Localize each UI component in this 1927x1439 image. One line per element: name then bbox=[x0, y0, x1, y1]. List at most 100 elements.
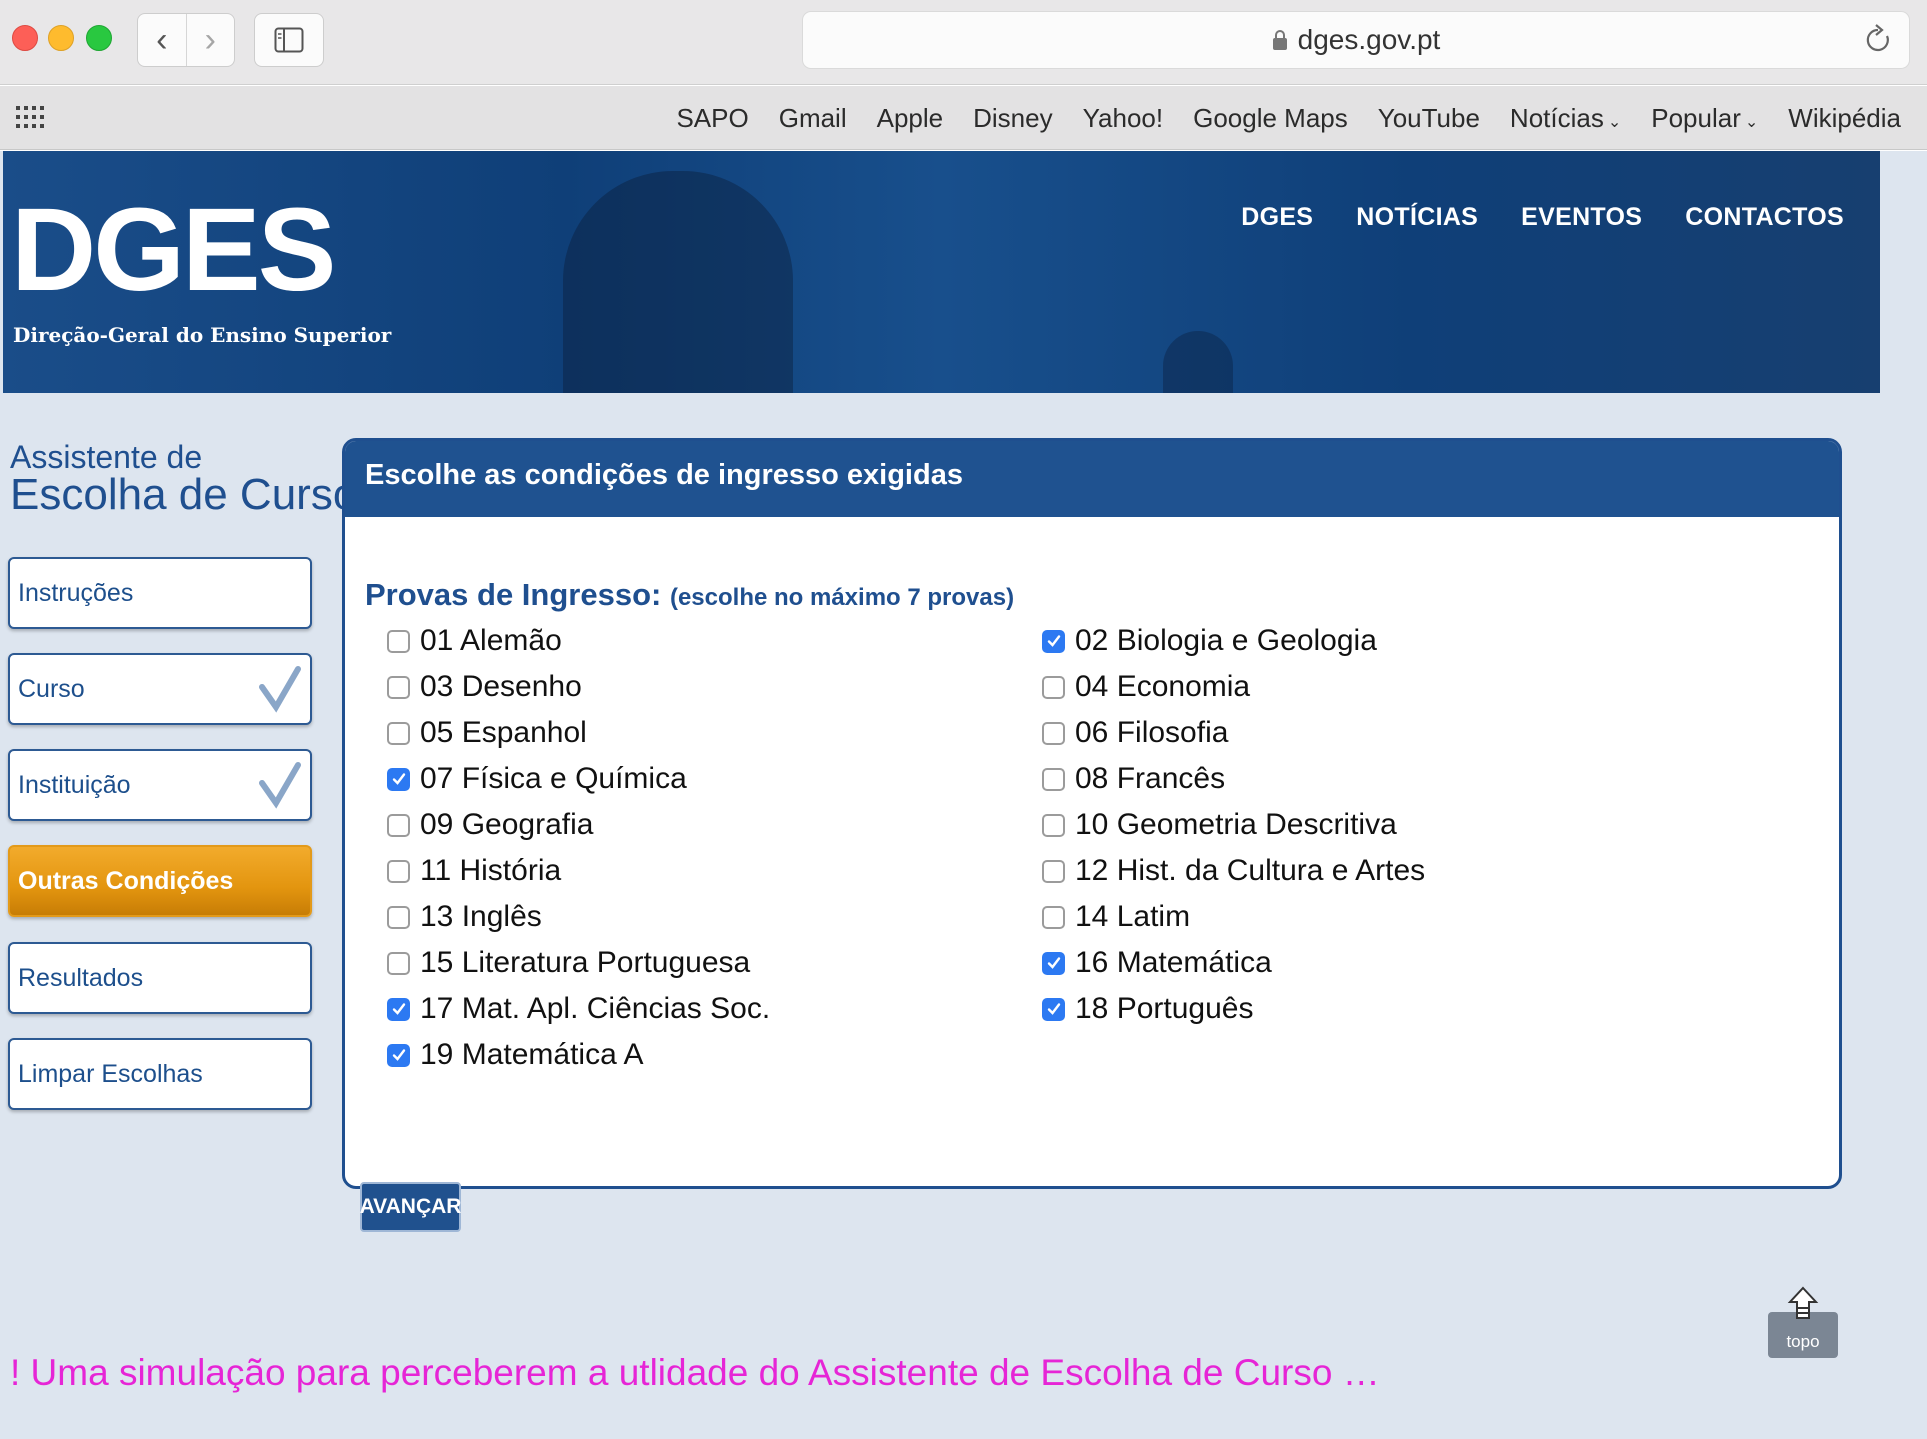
top-nav-link[interactable]: CONTACTOS bbox=[1685, 203, 1844, 232]
exam-checkbox[interactable] bbox=[1042, 905, 1065, 929]
exam-option[interactable]: 17 Mat. Apl. Ciências Soc. bbox=[387, 992, 770, 1026]
exam-checkbox[interactable] bbox=[387, 1043, 410, 1067]
exam-option-label: 15 Literatura Portuguesa bbox=[420, 946, 751, 979]
panel-title: Escolhe as condições de ingresso exigida… bbox=[345, 441, 1839, 517]
exam-checkbox[interactable] bbox=[387, 629, 410, 653]
bookmark-item[interactable]: Gmail bbox=[779, 103, 847, 134]
bookmark-item[interactable]: SAPO bbox=[676, 103, 748, 134]
exam-checkbox[interactable] bbox=[1042, 951, 1065, 975]
top-nav-link[interactable]: NOTÍCIAS bbox=[1356, 203, 1478, 232]
exam-checkbox[interactable] bbox=[387, 905, 410, 929]
exam-checkbox[interactable] bbox=[1042, 721, 1065, 745]
bookmark-item[interactable]: Yahoo! bbox=[1083, 103, 1163, 134]
bookmark-item[interactable]: YouTube bbox=[1378, 103, 1480, 134]
top-navigation: DGES NOTÍCIAS EVENTOS CONTACTOS bbox=[1241, 203, 1844, 232]
bookmark-item[interactable]: Disney bbox=[973, 103, 1052, 134]
exam-checkbox[interactable] bbox=[1042, 813, 1065, 837]
site-header: DGES Direção-Geral do Ensino Superior DG… bbox=[3, 151, 1880, 393]
provas-label: Provas de Ingresso: bbox=[365, 577, 662, 612]
exam-option[interactable]: 18 Português bbox=[1042, 992, 1253, 1026]
exam-option[interactable]: 08 Francês bbox=[1042, 762, 1225, 796]
address-bar[interactable]: dges.gov.pt bbox=[802, 11, 1910, 69]
checkmark-icon bbox=[259, 666, 301, 713]
exam-option[interactable]: 03 Desenho bbox=[387, 670, 582, 704]
bookmark-item[interactable]: Google Maps bbox=[1193, 103, 1348, 134]
exam-checkbox[interactable] bbox=[387, 813, 410, 837]
exam-checkbox[interactable] bbox=[1042, 767, 1065, 791]
exam-option[interactable]: 07 Física e Química bbox=[387, 762, 687, 796]
exam-checkbox[interactable] bbox=[1042, 675, 1065, 699]
checkmark-icon bbox=[392, 1049, 405, 1061]
exam-option[interactable]: 14 Latim bbox=[1042, 900, 1190, 934]
bookmark-item[interactable]: Apple bbox=[877, 103, 944, 134]
exam-option[interactable]: 06 Filosofia bbox=[1042, 716, 1228, 750]
bookmark-item[interactable]: Popular ⌄ bbox=[1651, 103, 1758, 134]
minimize-window-button[interactable] bbox=[48, 25, 74, 51]
sidebar-step-button[interactable]: Instruções bbox=[8, 557, 312, 629]
sidebar-step-label: Instruções bbox=[18, 578, 134, 607]
bookmark-item[interactable]: Notícias ⌄ bbox=[1510, 103, 1621, 134]
sidebar-toggle-button[interactable] bbox=[254, 13, 324, 67]
sidebar-step-button[interactable]: Curso bbox=[8, 653, 312, 725]
reload-icon[interactable] bbox=[1863, 24, 1893, 56]
bookmark-item[interactable]: Wikipédia bbox=[1788, 103, 1901, 134]
url-text: dges.gov.pt bbox=[1297, 24, 1441, 55]
provas-note: (escolhe no máximo 7 provas) bbox=[669, 584, 1015, 611]
lock-icon bbox=[1272, 30, 1287, 50]
zoom-window-button[interactable] bbox=[86, 25, 112, 51]
checkmark-icon bbox=[1047, 1003, 1060, 1015]
avancar-button[interactable]: AVANÇAR bbox=[360, 1182, 461, 1232]
favorites-grid-icon[interactable] bbox=[16, 104, 46, 132]
exam-option[interactable]: 01 Alemão bbox=[387, 624, 562, 658]
exam-option-label: 06 Filosofia bbox=[1075, 716, 1229, 749]
sidebar-step-button[interactable]: Instituição bbox=[8, 749, 312, 821]
exam-option-label: 02 Biologia e Geologia bbox=[1075, 624, 1377, 657]
sidebar-step-label: Limpar Escolhas bbox=[18, 1059, 203, 1088]
top-nav-link[interactable]: DGES bbox=[1241, 203, 1313, 232]
exam-option-label: 03 Desenho bbox=[420, 670, 582, 703]
bookmarks-bar: SAPO Gmail Apple Disney Yahoo! Google Maps You… bbox=[0, 86, 1927, 150]
back-button[interactable]: ‹ bbox=[138, 14, 186, 66]
exam-option[interactable]: 15 Literatura Portuguesa bbox=[387, 946, 750, 980]
exam-checkbox[interactable] bbox=[1042, 859, 1065, 883]
sidebar-step-button[interactable]: Resultados bbox=[8, 942, 312, 1014]
exam-checkbox[interactable] bbox=[387, 767, 410, 791]
conditions-panel: Escolhe as condições de ingresso exigida… bbox=[342, 438, 1842, 1189]
top-nav-link[interactable]: EVENTOS bbox=[1521, 203, 1642, 232]
exam-option[interactable]: 13 Inglês bbox=[387, 900, 542, 934]
sidebar-step-label: Outras Condições bbox=[18, 866, 234, 895]
exam-option-label: 04 Economia bbox=[1075, 670, 1251, 703]
site-logo[interactable]: DGES bbox=[11, 191, 336, 309]
bookmark-label: Gmail bbox=[778, 102, 847, 133]
exam-option-label: 12 Hist. da Cultura e Artes bbox=[1075, 854, 1426, 887]
sidebar-step-button[interactable]: Limpar Escolhas bbox=[8, 1038, 312, 1110]
exam-checkbox[interactable] bbox=[1042, 997, 1065, 1021]
assistant-title-line1: Assistente de bbox=[10, 439, 203, 475]
exam-checkbox[interactable] bbox=[387, 675, 410, 699]
back-to-top-button[interactable]: topo bbox=[1768, 1286, 1838, 1358]
exam-checkbox[interactable] bbox=[387, 951, 410, 975]
assistant-title: Assistente de Escolha de Curso bbox=[10, 441, 357, 517]
exam-option[interactable]: 02 Biologia e Geologia bbox=[1042, 624, 1377, 658]
exam-option[interactable]: 04 Economia bbox=[1042, 670, 1250, 704]
sidebar-step-label: Resultados bbox=[18, 963, 144, 992]
bookmark-label: YouTube bbox=[1377, 102, 1480, 133]
exam-option-label: 07 Física e Química bbox=[420, 762, 687, 795]
exam-option[interactable]: 11 História bbox=[387, 854, 561, 888]
exam-checkbox[interactable] bbox=[387, 859, 410, 883]
forward-button[interactable]: › bbox=[185, 14, 235, 66]
exam-checkbox[interactable] bbox=[1042, 629, 1065, 653]
close-window-button[interactable] bbox=[12, 25, 38, 51]
exam-option[interactable]: 16 Matemática bbox=[1042, 946, 1272, 980]
checkmark-icon bbox=[392, 773, 405, 785]
exam-checkbox[interactable] bbox=[387, 721, 410, 745]
exam-option[interactable]: 05 Espanhol bbox=[387, 716, 587, 750]
exam-checkbox[interactable] bbox=[387, 997, 410, 1021]
exam-option[interactable]: 10 Geometria Descritiva bbox=[1042, 808, 1397, 842]
exam-option[interactable]: 09 Geografia bbox=[387, 808, 593, 842]
exam-option[interactable]: 19 Matemática A bbox=[387, 1038, 643, 1072]
sidebar-step-button[interactable]: Outras Condições bbox=[8, 845, 312, 917]
exam-option[interactable]: 12 Hist. da Cultura e Artes bbox=[1042, 854, 1425, 888]
bookmark-label: Google Maps bbox=[1193, 102, 1348, 133]
exam-option-label: 10 Geometria Descritiva bbox=[1075, 808, 1397, 841]
